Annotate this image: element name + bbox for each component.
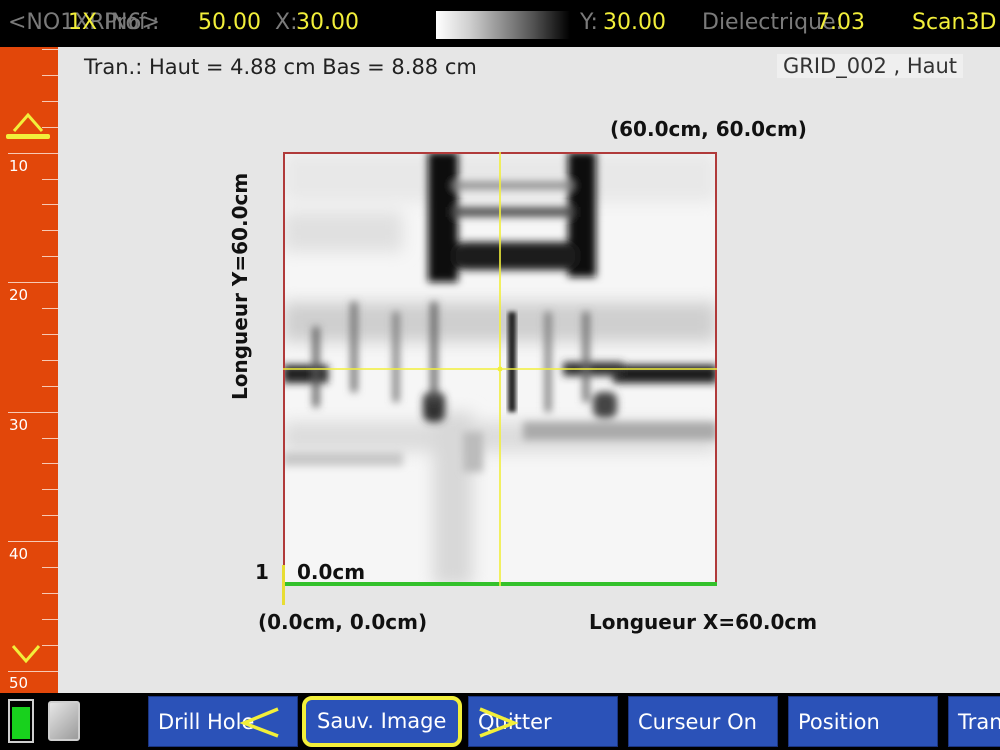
ruler-tick <box>8 671 58 672</box>
ruler-tick <box>42 204 58 205</box>
zoom-level: 1X <box>68 10 98 35</box>
x-length-label: Longueur X=60.0cm <box>589 610 818 634</box>
ruler-tick <box>42 308 58 309</box>
x-label: X: <box>275 10 298 35</box>
ruler-tick <box>8 541 58 542</box>
cursor-toggle-button[interactable]: Curseur On <box>628 696 778 747</box>
ruler-tick <box>42 256 58 257</box>
ruler-tick <box>42 334 58 335</box>
triangle-up-icon[interactable] <box>4 109 52 141</box>
grayscale-gradient-bar <box>436 11 570 39</box>
ruler-label: 10 <box>9 157 29 175</box>
ruler-tick <box>8 412 58 413</box>
ruler-tick <box>42 515 58 516</box>
top-status-bar: <NO1XRIN6> 1X Prof.: 50.00 X: 30.00 Y: 3… <box>0 0 1000 47</box>
arrow-left-icon[interactable] <box>238 705 284 739</box>
dielectric-value: 7.03 <box>816 10 865 35</box>
battery-icon <box>8 699 34 743</box>
x-value: 30.00 <box>296 10 359 35</box>
position-button[interactable]: Position <box>788 696 938 747</box>
depth-label: Prof.: <box>104 10 160 35</box>
transect-depth-text: Tran.: Haut = 4.88 cm Bas = 8.88 cm <box>84 55 477 79</box>
corner-coordinate-bottom: (0.0cm, 0.0cm) <box>258 610 428 634</box>
ruler-tick <box>8 282 58 283</box>
scan-image[interactable] <box>283 152 717 586</box>
scan-mode: Scan3D <box>912 10 997 35</box>
scan-view: Tran.: Haut = 4.88 cm Bas = 8.88 cm GRID… <box>58 47 1000 693</box>
ruler-tick <box>42 489 58 490</box>
start-depth: 0.0cm <box>297 560 366 584</box>
ruler-label: 20 <box>9 286 29 304</box>
ruler-tick <box>42 360 58 361</box>
ruler-tick <box>8 153 58 154</box>
chevron-down-icon[interactable] <box>6 640 46 666</box>
ruler-tick <box>42 593 58 594</box>
grid-name: GRID_002 , Haut <box>777 54 964 78</box>
ruler-tick <box>42 49 58 50</box>
ruler-tick <box>42 386 58 387</box>
ruler-tick <box>42 463 58 464</box>
y-length-label: Longueur Y=60.0cm <box>228 172 252 400</box>
ruler-tick <box>42 567 58 568</box>
ruler-tick <box>42 101 58 102</box>
y-label: Y: <box>580 10 598 35</box>
depth-value: 50.00 <box>198 10 261 35</box>
ruler-tick <box>42 230 58 231</box>
y-value: 30.00 <box>603 10 666 35</box>
bottom-toolbar: Drill Hole Sauv. Image Quitter Curseur O… <box>0 693 1000 750</box>
ruler-tick <box>42 438 58 439</box>
sd-card-icon <box>48 701 80 741</box>
arrow-right-icon[interactable] <box>474 705 520 739</box>
ruler-label: 30 <box>9 416 29 434</box>
depth-ruler[interactable]: 10 20 30 40 50 <box>0 47 58 693</box>
ruler-tick <box>42 619 58 620</box>
battery-level <box>12 707 30 739</box>
ruler-label: 50 <box>9 674 29 692</box>
ruler-label: 40 <box>9 545 29 563</box>
ruler-tick <box>42 75 58 76</box>
ruler-tick <box>42 179 58 180</box>
corner-coordinate-top: (60.0cm, 60.0cm) <box>610 117 807 141</box>
transect-button[interactable]: Tran <box>948 696 1000 747</box>
save-image-button[interactable]: Sauv. Image <box>302 696 462 747</box>
scan-line-number: 1 <box>255 560 269 584</box>
scan-image-graphic <box>283 152 717 586</box>
origin-marker <box>282 565 285 605</box>
